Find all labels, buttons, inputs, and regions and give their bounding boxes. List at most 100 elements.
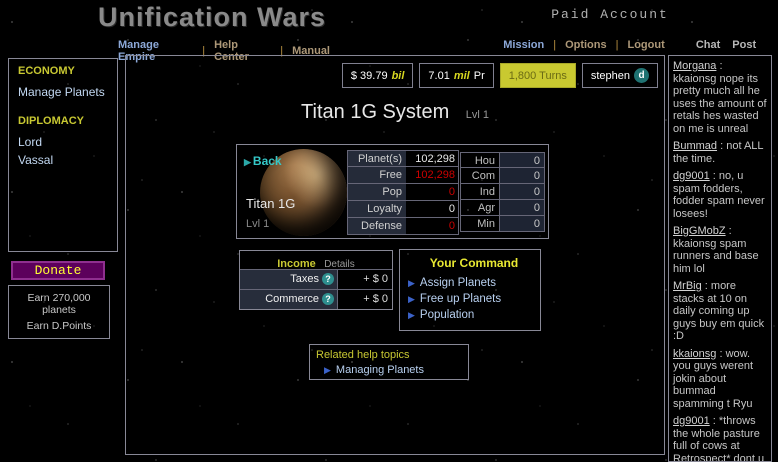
nav-post-link[interactable]: Post [732, 39, 756, 51]
donate-button[interactable]: Donate [11, 261, 105, 280]
stat-label: Free [348, 167, 406, 183]
donator-badge-icon: d [634, 68, 649, 83]
resource-value: 0 [499, 184, 544, 199]
chat-separator: : [702, 280, 711, 292]
table-row: Ind 0 [460, 184, 545, 200]
table-row: Commerce? + $ 0 [240, 289, 392, 309]
chat-username[interactable]: dg9001 [673, 170, 710, 182]
chat-separator: : [717, 140, 726, 152]
managing-planets-link[interactable]: ▶ Managing Planets [324, 364, 462, 376]
chat-username[interactable]: BigGMobZ [673, 225, 726, 237]
income-header: Income Details [240, 251, 392, 269]
production-suffix: Pr [474, 70, 485, 82]
income-label-text: Taxes [290, 273, 319, 285]
sidebar-item-manage-planets[interactable]: Manage Planets [18, 85, 108, 99]
resource-table: Hou 0 Com 0 Ind 0 Agr 0 Min 0 [460, 152, 545, 232]
resource-label: Hou [461, 153, 499, 167]
sidebar-item-lord[interactable]: Lord [18, 135, 108, 149]
command-panel: Your Command ▶Assign Planets ▶ Free up Pl… [399, 249, 541, 331]
command-link-label: Free up Planets [420, 293, 501, 305]
stat-label: Planet(s) [348, 151, 406, 166]
stat-value: 0 [406, 201, 458, 217]
resource-label: Com [461, 168, 499, 183]
stat-label: Pop [348, 184, 406, 200]
nav-separator: | [553, 39, 556, 51]
chat-message: BigGMobZ : kkaionsg spam runners and bas… [673, 225, 768, 275]
status-bar: $ 39.79 bil 7.01 mil Pr 1,800 Turns step… [342, 63, 658, 88]
chat-username[interactable]: Morgana [673, 60, 716, 72]
table-row: Defense 0 [347, 218, 459, 235]
income-details-link[interactable]: Details [324, 259, 355, 270]
resource-label: Agr [461, 200, 499, 215]
earn-planets-link[interactable]: Earn 270,000 planets [10, 292, 108, 316]
help-icon[interactable]: ? [322, 293, 334, 305]
nav-mission[interactable]: Mission [503, 39, 544, 51]
table-row: Hou 0 [460, 152, 545, 168]
help-link-label: Managing Planets [336, 364, 424, 376]
chat-username[interactable]: MrBig [673, 280, 702, 292]
player-box: stephen d [582, 63, 658, 88]
earn-dpoints-link[interactable]: Earn D.Points [10, 320, 108, 332]
income-panel: Income Details Taxes? + $ 0 Commerce? + … [239, 250, 393, 310]
population-link[interactable]: ▶Population [408, 309, 540, 321]
arrow-right-icon: ▶ [324, 365, 331, 375]
diplomacy-heading: DIPLOMACY [18, 115, 108, 127]
free-up-planets-link[interactable]: ▶ Free up Planets [408, 293, 540, 305]
table-row: Agr 0 [460, 200, 545, 216]
chat-username[interactable]: dg9001 [673, 415, 710, 427]
earn-panel: Earn 270,000 planets Earn D.Points [8, 285, 110, 339]
sidebar-item-vassal[interactable]: Vassal [18, 153, 108, 167]
chat-message: dg9001 : *throws the whole pasture full … [673, 415, 768, 462]
planet-panel: ▶Back Titan 1G Lvl 1 Planet(s) 102,298 F… [236, 144, 549, 239]
income-label-text: Commerce [265, 293, 319, 305]
nav-logout[interactable]: Logout [627, 39, 664, 51]
table-row: Pop 0 [347, 184, 459, 201]
chat-message: Morgana : kkaionsg nope its pretty much … [673, 60, 768, 135]
back-link[interactable]: ▶Back [244, 154, 282, 168]
resource-value: 0 [499, 168, 544, 183]
command-link-label: Population [420, 309, 474, 321]
table-row: Planet(s) 102,298 [347, 150, 459, 167]
chat-username[interactable]: Bummad [673, 140, 717, 152]
arrow-right-icon: ▶ [408, 294, 415, 304]
income-value: + $ 0 [338, 290, 392, 309]
sidebar-menu: ECONOMY Manage Planets DIPLOMACY Lord Va… [8, 58, 118, 252]
chat-username[interactable]: kkaionsg [673, 348, 716, 360]
chat-panel[interactable]: Morgana : kkaionsg nope its pretty much … [668, 55, 772, 462]
production-value: 7.01 [428, 70, 449, 82]
system-title: Titan 1G System Lvl 1 [126, 101, 664, 124]
help-icon[interactable]: ? [322, 273, 334, 285]
arrow-right-icon: ▶ [408, 278, 415, 288]
related-help-panel: Related help topics ▶ Managing Planets [309, 344, 469, 380]
system-name: Titan 1G System [301, 101, 449, 123]
table-row: Taxes? + $ 0 [240, 269, 392, 289]
main-content: $ 39.79 bil 7.01 mil Pr 1,800 Turns step… [125, 55, 665, 455]
stat-label: Loyalty [348, 201, 406, 217]
resource-label: Min [461, 216, 499, 231]
game-logo: Unification Wars [98, 2, 326, 33]
resource-value: 0 [499, 153, 544, 167]
chat-text: kkaionsg spam runners and base him lol [673, 238, 759, 275]
chat-separator: : [716, 348, 725, 360]
nav-separator: | [616, 39, 619, 51]
chat-nav: Chat Post [690, 39, 762, 51]
command-title: Your Command [408, 256, 540, 270]
nav-options[interactable]: Options [565, 39, 607, 51]
income-value: + $ 0 [338, 270, 392, 289]
turns-box[interactable]: 1,800 Turns [500, 63, 576, 88]
planet-stats-table: Planet(s) 102,298 Free 102,298 Pop 0 Loy… [347, 150, 459, 235]
chat-separator: : [716, 60, 722, 72]
chat-separator: : [726, 225, 732, 237]
session-nav: Mission | Options | Logout [498, 39, 670, 51]
income-label: Taxes? [240, 270, 338, 289]
planet-name: Titan 1G [246, 196, 295, 211]
money-value: $ 39.79 [351, 70, 388, 82]
related-help-title: Related help topics [316, 349, 462, 361]
nav-chat-link[interactable]: Chat [696, 39, 720, 51]
player-name[interactable]: stephen [591, 70, 630, 82]
economy-heading: ECONOMY [18, 65, 108, 77]
stat-value: 102,298 [406, 167, 458, 183]
assign-planets-link[interactable]: ▶Assign Planets [408, 277, 540, 289]
stat-label: Defense [348, 218, 406, 234]
income-label: Commerce? [240, 290, 338, 309]
